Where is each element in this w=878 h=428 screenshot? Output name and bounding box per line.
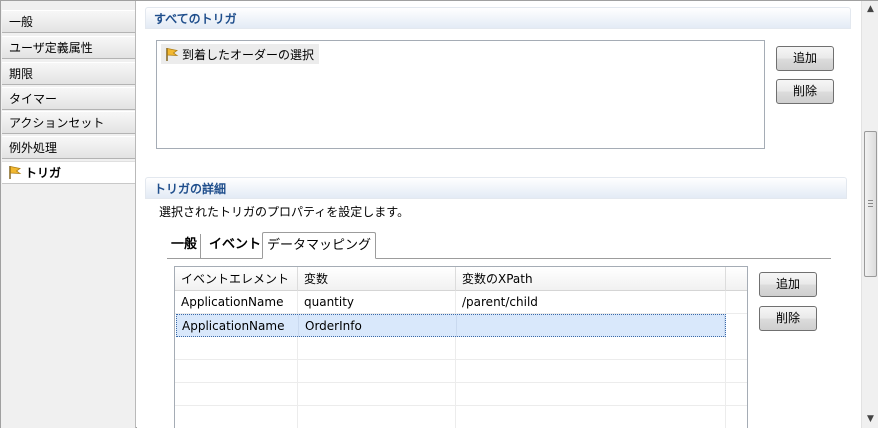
tab-data-mapping[interactable]: データマッピング (262, 232, 377, 259)
add-trigger-button[interactable]: 追加 (776, 46, 834, 71)
sidebar: 一般 ユーザ定義属性 期限 タイマー アクションセット 例外処理 トリガ (1, 1, 136, 428)
table-row-empty[interactable] (175, 383, 747, 406)
table-cell (456, 337, 726, 359)
table-cell (175, 360, 298, 382)
sidebar-item-label: 一般 (9, 15, 34, 29)
sidebar-item-label: トリガ (25, 166, 62, 180)
sidebar-item-action-set[interactable]: アクションセット (2, 111, 135, 134)
table-cell: ApplicationName (175, 291, 298, 313)
table-cell (298, 383, 456, 405)
sidebar-item-exception[interactable]: 例外処理 (2, 136, 135, 159)
table-cell (298, 337, 456, 359)
scroll-up-arrow-icon[interactable]: ▲ (862, 1, 878, 18)
table-cell (456, 406, 726, 428)
vertical-scrollbar[interactable]: ▲ ▼ (861, 1, 878, 428)
table-cell (298, 406, 456, 428)
main-content: すべてのトリガ 到着したオーダーの選択 追加 削除 トリガの詳細 選択されたトリ… (137, 1, 861, 428)
table-cell (175, 383, 298, 405)
section-title: トリガの詳細 (154, 182, 227, 196)
scroll-down-arrow-icon[interactable]: ▼ (862, 411, 878, 428)
table-row-empty[interactable] (175, 337, 747, 360)
sidebar-item-timer[interactable]: タイマー (2, 87, 135, 110)
table-row-empty[interactable] (175, 406, 747, 428)
table-cell (456, 383, 726, 405)
section-title: すべてのトリガ (154, 12, 237, 26)
table-row-selected[interactable]: ApplicationName OrderInfo (176, 314, 726, 337)
column-header-variable[interactable]: 変数 (298, 267, 456, 291)
trigger-details-header: トリガの詳細 (145, 177, 847, 199)
sidebar-item-label: 例外処理 (9, 141, 58, 155)
table-cell (175, 406, 298, 428)
window-frame: 一般 ユーザ定義属性 期限 タイマー アクションセット 例外処理 トリガ すべて… (0, 0, 878, 428)
table-row[interactable]: ApplicationName quantity /parent/child (175, 291, 747, 314)
table-header: イベントエレメント 変数 変数のXPath (175, 267, 747, 291)
grip-line (868, 203, 873, 204)
delete-trigger-button[interactable]: 削除 (776, 79, 834, 104)
table-cell (456, 360, 726, 382)
column-header-event-element[interactable]: イベントエレメント (175, 267, 298, 291)
flag-icon (164, 46, 180, 62)
section-description: 選択されたトリガのプロパティを設定します。 (159, 205, 410, 219)
table-row-empty[interactable] (175, 360, 747, 383)
column-header-xpath[interactable]: 変数のXPath (456, 267, 726, 291)
table-cell: OrderInfo (299, 315, 457, 337)
sidebar-item-label: 期限 (9, 67, 34, 81)
list-item-label: 到着したオーダーの選択 (182, 48, 315, 62)
sidebar-item-user-attributes[interactable]: ユーザ定義属性 (2, 36, 135, 59)
mapping-table[interactable]: イベントエレメント 変数 変数のXPath ApplicationName qu… (174, 266, 748, 428)
delete-mapping-button[interactable]: 削除 (759, 306, 817, 331)
add-mapping-button[interactable]: 追加 (759, 272, 817, 297)
grip-line (868, 206, 873, 207)
table-cell: /parent/child (456, 291, 726, 313)
table-cell: ApplicationName (177, 315, 299, 337)
scrollbar-thumb[interactable] (864, 131, 877, 277)
sidebar-item-label: ユーザ定義属性 (9, 41, 93, 55)
sidebar-item-general[interactable]: 一般 (2, 10, 135, 33)
flag-icon (7, 164, 23, 180)
tab-general[interactable]: 一般 (168, 234, 202, 258)
table-cell (175, 337, 298, 359)
grip-line (868, 200, 873, 201)
sidebar-item-label: タイマー (9, 92, 58, 106)
table-cell (298, 360, 456, 382)
table-cell: quantity (298, 291, 456, 313)
tab-event[interactable]: イベント (206, 234, 264, 258)
trigger-list[interactable]: 到着したオーダーの選択 (156, 40, 765, 149)
all-triggers-header: すべてのトリガ (145, 7, 851, 29)
sidebar-item-label: アクションセット (9, 116, 105, 130)
list-item[interactable]: 到着したオーダーの選択 (161, 44, 320, 64)
sidebar-item-trigger[interactable]: トリガ (2, 161, 135, 184)
table-cell (457, 315, 725, 337)
sidebar-item-deadline[interactable]: 期限 (2, 62, 135, 85)
